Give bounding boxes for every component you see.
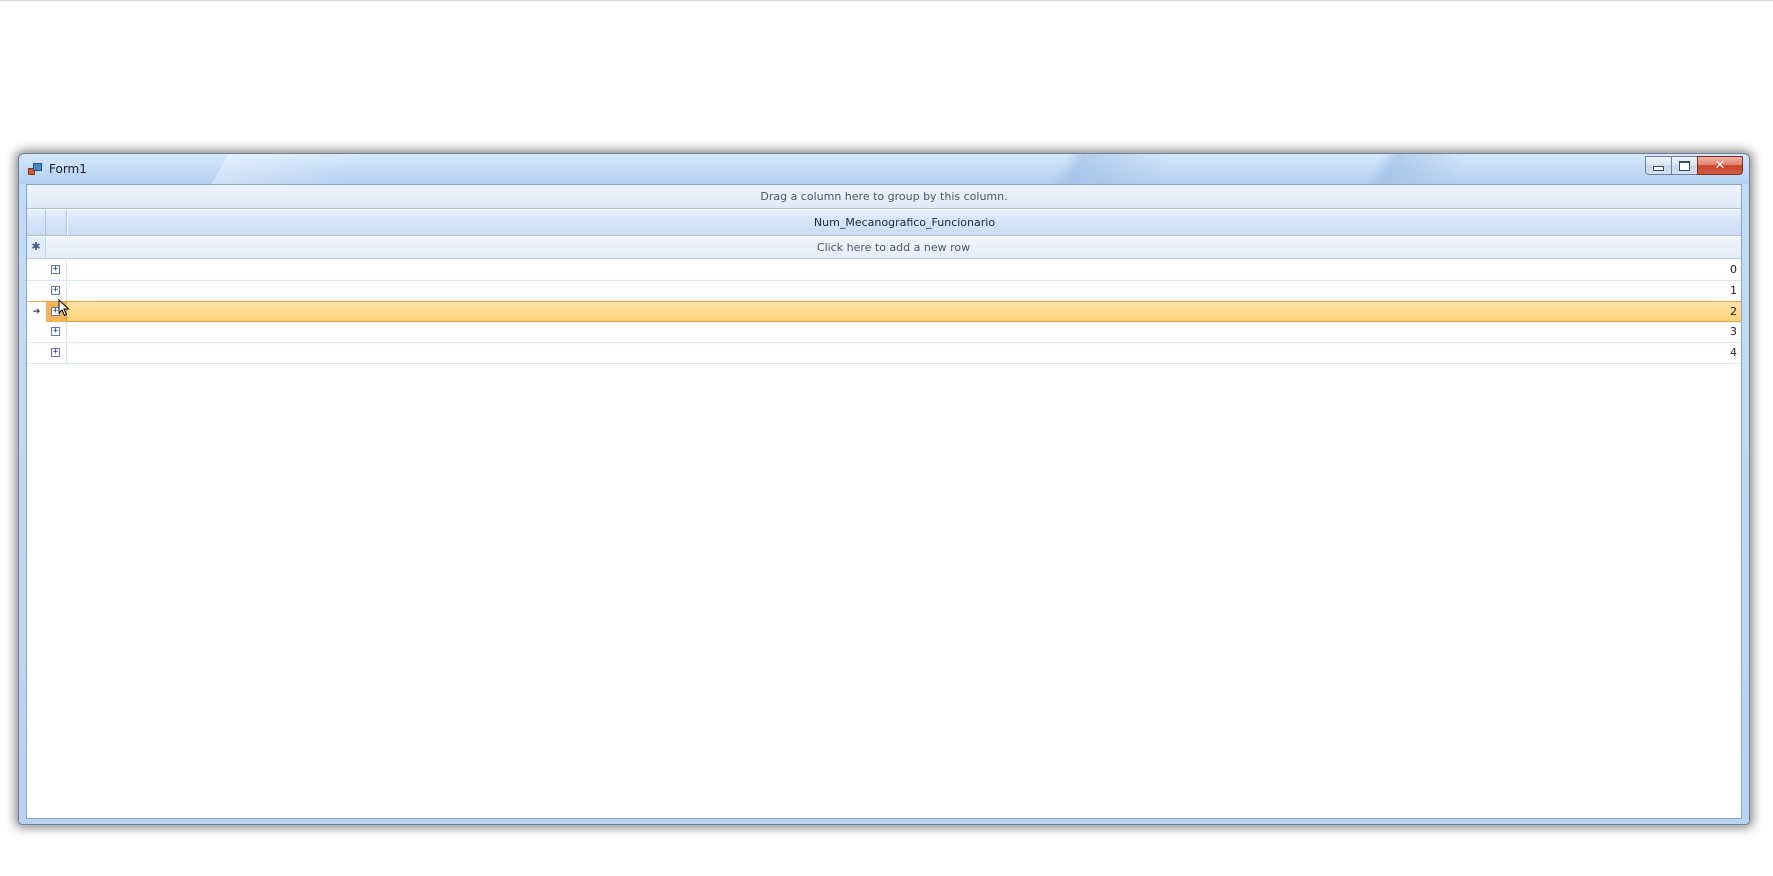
maximize-button[interactable] bbox=[1671, 156, 1697, 175]
table-row[interactable]: + 0 bbox=[27, 260, 1741, 281]
current-row-arrow-icon: ➔ bbox=[27, 302, 46, 322]
data-rows: + 0 + 1 ➔ + 2 + 3 + 4 bbox=[27, 260, 1741, 364]
table-row-selected[interactable]: ➔ + 2 bbox=[27, 301, 1741, 322]
expand-plus-icon[interactable]: + bbox=[51, 286, 60, 295]
grid-control: Drag a column here to group by this colu… bbox=[26, 184, 1742, 819]
close-button[interactable]: ✕ bbox=[1697, 156, 1743, 175]
expand-column-header bbox=[46, 210, 67, 235]
cell-num-mecanografico[interactable]: 3 bbox=[67, 322, 1737, 342]
app-icon[interactable] bbox=[28, 163, 42, 175]
table-row[interactable]: + 1 bbox=[27, 281, 1741, 302]
expand-cell[interactable]: + bbox=[46, 322, 67, 342]
expand-plus-icon[interactable]: + bbox=[51, 265, 60, 274]
expand-cell[interactable]: + bbox=[46, 343, 67, 363]
cell-num-mecanografico[interactable]: 4 bbox=[67, 343, 1737, 363]
row-indicator bbox=[27, 322, 46, 342]
top-edge-line bbox=[0, 0, 1773, 1]
row-indicator bbox=[27, 343, 46, 363]
new-row-label: Click here to add a new row bbox=[816, 241, 971, 254]
form-window: Form1 ✕ Drag a column here to group by t… bbox=[18, 153, 1750, 825]
column-header-num-mecanografico[interactable]: Num_Mecanografico_Funcionario bbox=[67, 210, 1741, 235]
window-controls: ✕ bbox=[1645, 156, 1743, 175]
new-row[interactable]: ✱ Click here to add a new row bbox=[27, 237, 1741, 259]
minimize-icon bbox=[1653, 166, 1664, 171]
expand-cell[interactable]: + bbox=[46, 281, 67, 301]
minimize-button[interactable] bbox=[1645, 156, 1671, 175]
new-row-asterisk-icon: ✱ bbox=[27, 237, 46, 258]
group-by-panel[interactable]: Drag a column here to group by this colu… bbox=[27, 185, 1741, 209]
cell-num-mecanografico[interactable]: 1 bbox=[67, 281, 1737, 301]
close-icon: ✕ bbox=[1714, 158, 1726, 173]
column-header-row: Num_Mecanografico_Funcionario bbox=[27, 210, 1741, 236]
row-indicator bbox=[27, 260, 46, 280]
window-title: Form1 bbox=[49, 162, 87, 176]
expand-plus-icon[interactable]: + bbox=[51, 327, 60, 336]
row-indicator bbox=[27, 281, 46, 301]
cell-num-mecanografico[interactable]: 0 bbox=[67, 260, 1737, 280]
maximize-icon bbox=[1679, 160, 1690, 171]
cell-num-mecanografico[interactable]: 2 bbox=[67, 302, 1737, 322]
expand-cell[interactable]: + bbox=[46, 260, 67, 280]
expand-plus-icon[interactable]: + bbox=[51, 348, 60, 357]
indicator-header bbox=[27, 210, 46, 235]
mouse-pointer-icon bbox=[58, 299, 70, 317]
title-bar[interactable]: Form1 ✕ bbox=[19, 154, 1749, 184]
table-row[interactable]: + 3 bbox=[27, 322, 1741, 343]
table-row[interactable]: + 4 bbox=[27, 343, 1741, 364]
